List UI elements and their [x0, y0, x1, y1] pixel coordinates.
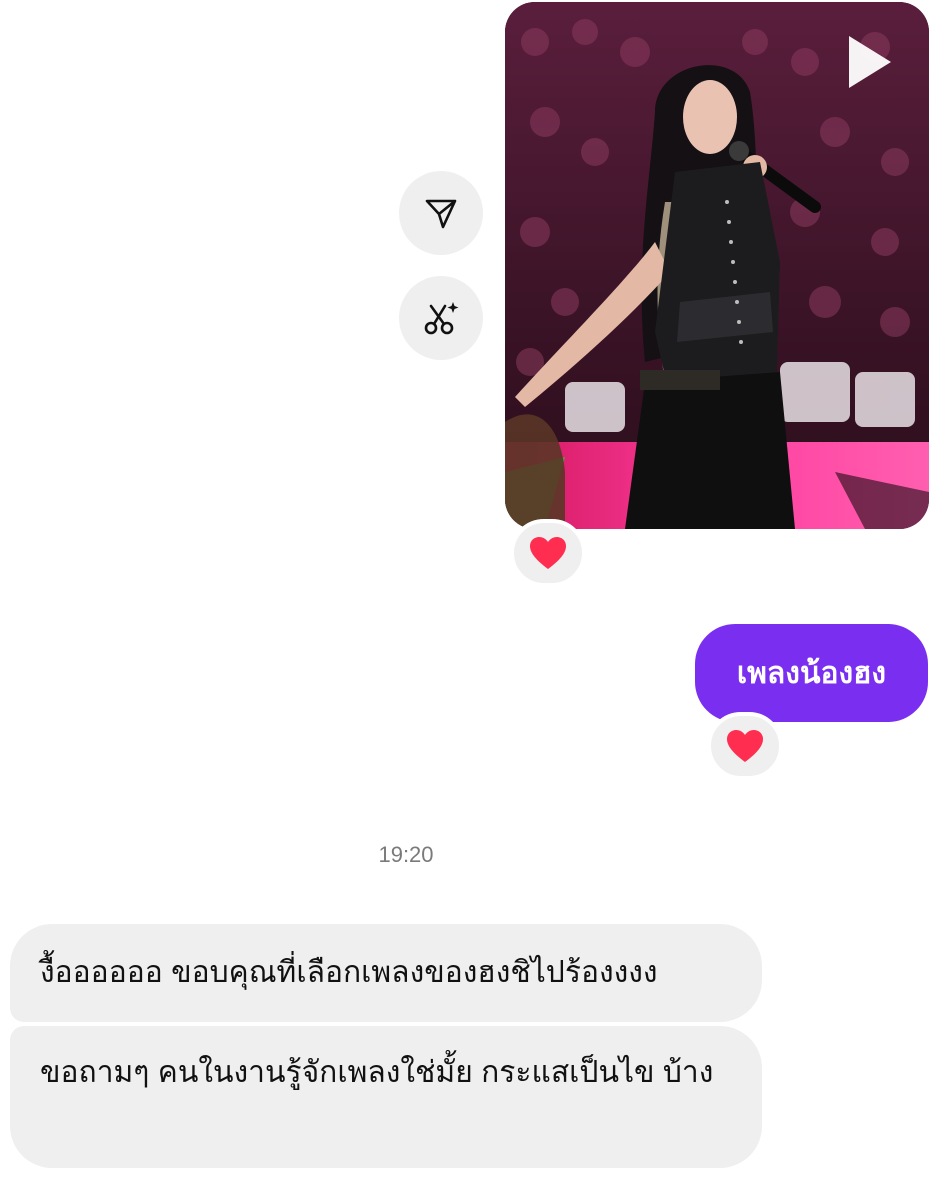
- remix-button[interactable]: [399, 276, 483, 360]
- heart-icon: [727, 730, 763, 762]
- play-icon[interactable]: [845, 32, 895, 92]
- scissors-sparkle-icon: [424, 302, 459, 335]
- paper-plane-icon: [425, 199, 457, 229]
- reaction-heart-message[interactable]: [707, 712, 783, 780]
- heart-icon: [530, 537, 566, 569]
- outgoing-message-text: เพลงน้องฮง: [736, 656, 887, 690]
- reaction-heart-video[interactable]: [510, 519, 586, 587]
- incoming-message-bubble[interactable]: งื้ออออออ ขอบคุณที่เลือกเพลงของฮงชิไปร้อ…: [10, 924, 762, 1022]
- outgoing-message-bubble[interactable]: เพลงน้องฮง: [695, 624, 928, 722]
- incoming-message-text: ขอถามๆ คนในงานรู้จักเพลงใช่มั้ย กระแสเป็…: [40, 1056, 714, 1089]
- incoming-message-bubble[interactable]: ขอถามๆ คนในงานรู้จักเพลงใช่มั้ย กระแสเป็…: [10, 1026, 762, 1168]
- incoming-message-text: งื้ออออออ ขอบคุณที่เลือกเพลงของฮงชิไปร้อ…: [40, 956, 658, 989]
- video-message[interactable]: [505, 2, 929, 529]
- share-button[interactable]: [399, 171, 483, 255]
- message-timestamp: 19:20: [378, 842, 434, 867]
